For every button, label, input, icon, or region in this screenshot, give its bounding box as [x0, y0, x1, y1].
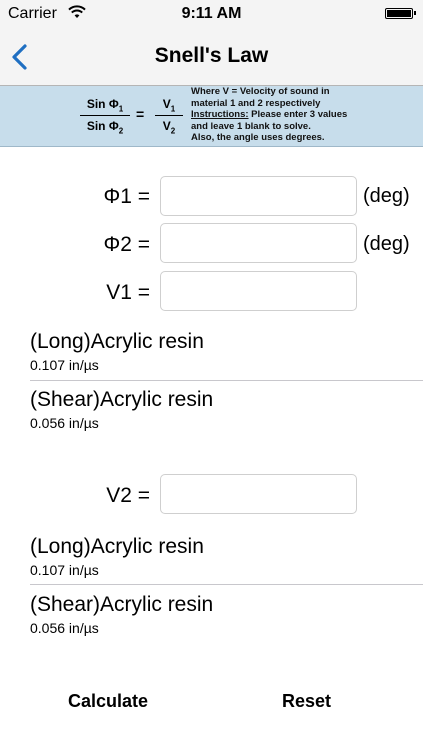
material-name: (Long)Acrylic resin [30, 535, 204, 558]
list-item-material1-shear[interactable]: (Shear)Acrylic resin 0.056 in/µs [0, 384, 423, 442]
reset-button[interactable]: Reset [276, 690, 337, 713]
v1-input[interactable] [160, 271, 357, 311]
list-item-material1-long[interactable]: (Long)Acrylic resin 0.107 in/µs [0, 326, 423, 384]
material-name: (Long)Acrylic resin [30, 330, 204, 353]
phi2-label: Φ2 = [103, 233, 150, 256]
status-bar: Carrier 9:11 AM [0, 0, 423, 28]
page-title: Snell's Law [154, 44, 269, 67]
sin-ratio-fraction: Sin Φ1 Sin Φ2 [80, 97, 130, 136]
v2-label: V2 = [106, 484, 150, 507]
material-name: (Shear)Acrylic resin [30, 388, 214, 411]
phi2-unit: (deg) [363, 233, 410, 255]
v1-label: V1 = [106, 281, 150, 304]
list-divider [30, 380, 423, 381]
material-speed: 0.107 in/µs [30, 357, 99, 373]
list-item-material2-long[interactable]: (Long)Acrylic resin 0.107 in/µs [0, 531, 423, 589]
status-time: 9:11 AM [181, 5, 242, 22]
material-name: (Shear)Acrylic resin [30, 593, 214, 616]
velocity-ratio-fraction: V1 V2 [155, 97, 183, 136]
list-item-material2-shear[interactable]: (Shear)Acrylic resin 0.056 in/µs [0, 589, 423, 647]
battery-full-icon [385, 8, 416, 19]
calculate-button[interactable]: Calculate [62, 690, 154, 713]
list-divider [30, 584, 423, 585]
material-speed: 0.107 in/µs [30, 562, 99, 578]
navigation-bar: Snell's Law [0, 28, 423, 86]
phi2-input[interactable] [160, 223, 357, 263]
phi1-input[interactable] [160, 176, 357, 216]
phi1-label: Φ1 = [103, 185, 150, 208]
material-speed: 0.056 in/µs [30, 415, 99, 431]
equals-sign: = [136, 106, 145, 122]
v2-input[interactable] [160, 474, 357, 514]
formula-banner: Sin Φ1 Sin Φ2 = V1 V2 Where V = Velocity… [0, 86, 423, 147]
phi1-unit: (deg) [363, 185, 410, 207]
material-speed: 0.056 in/µs [30, 620, 99, 636]
instructions-note: Where V = Velocity of sound in material … [191, 86, 348, 143]
